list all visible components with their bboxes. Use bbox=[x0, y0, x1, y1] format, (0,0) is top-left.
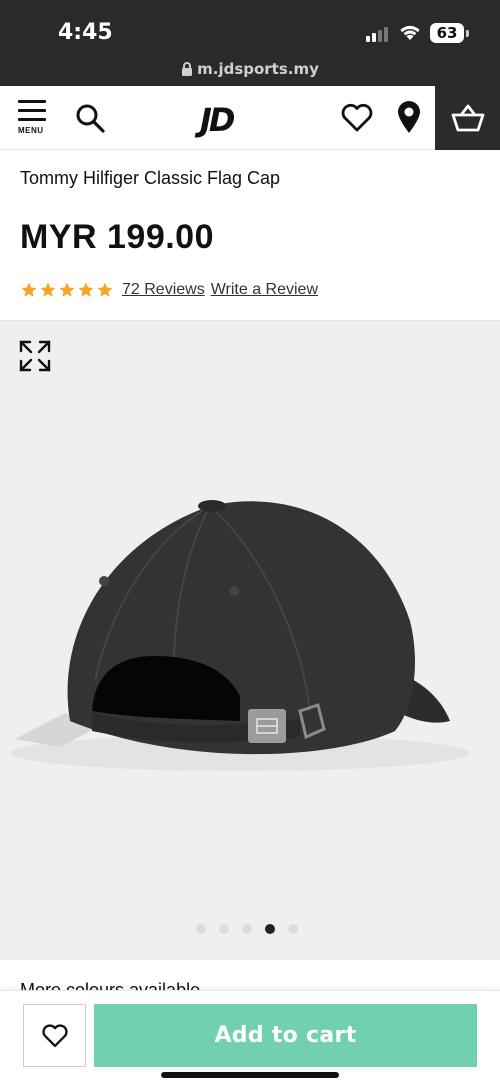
menu-label: MENU bbox=[18, 126, 44, 135]
write-review-link[interactable]: Write a Review bbox=[211, 281, 318, 299]
expand-icon bbox=[19, 340, 51, 372]
wishlist-button[interactable] bbox=[340, 103, 374, 138]
heart-icon bbox=[41, 1023, 68, 1047]
status-bar: 4:45 63 m.jdsports.my bbox=[0, 0, 500, 86]
product-image-gallery[interactable] bbox=[0, 320, 500, 960]
search-icon bbox=[76, 104, 105, 133]
status-time: 4:45 bbox=[58, 20, 113, 45]
wifi-icon bbox=[398, 22, 422, 47]
url-text: m.jdsports.my bbox=[197, 60, 319, 78]
star-icon bbox=[21, 282, 37, 297]
carousel-dot[interactable] bbox=[265, 924, 275, 934]
location-pin-icon bbox=[398, 101, 420, 133]
heart-icon bbox=[341, 103, 373, 132]
signal-icon bbox=[366, 26, 392, 42]
carousel-dot[interactable] bbox=[219, 924, 229, 934]
add-to-cart-button[interactable]: Add to cart bbox=[94, 1004, 477, 1067]
menu-icon-bar bbox=[18, 118, 46, 121]
product-price: MYR 199.00 bbox=[20, 218, 214, 256]
site-header: MENU JD bbox=[0, 86, 500, 150]
product-title: Tommy Hilfiger Classic Flag Cap bbox=[20, 168, 281, 188]
store-locator-button[interactable] bbox=[396, 100, 422, 139]
carousel-dot[interactable] bbox=[242, 924, 252, 934]
basket-button[interactable] bbox=[435, 86, 500, 150]
address-bar[interactable]: m.jdsports.my bbox=[0, 60, 500, 78]
menu-icon bbox=[18, 100, 46, 103]
star-icon bbox=[40, 282, 56, 297]
star-icon bbox=[97, 282, 113, 297]
star-rating bbox=[20, 281, 114, 299]
star-icon bbox=[78, 282, 94, 297]
lock-icon bbox=[182, 62, 193, 76]
carousel-dots bbox=[196, 924, 298, 934]
battery-tip bbox=[466, 30, 469, 37]
jd-logo[interactable]: JD bbox=[200, 101, 236, 139]
bottom-action-bar: Add to cart bbox=[0, 990, 500, 1080]
battery-level: 63 bbox=[430, 23, 464, 43]
add-to-wishlist-button[interactable] bbox=[23, 1004, 86, 1067]
carousel-dot[interactable] bbox=[196, 924, 206, 934]
search-button[interactable] bbox=[74, 102, 106, 139]
carousel-dot[interactable] bbox=[288, 924, 298, 934]
reviews-link[interactable]: 72 Reviews bbox=[122, 281, 205, 299]
basket-icon bbox=[451, 104, 484, 132]
expand-image-button[interactable] bbox=[18, 339, 52, 378]
home-indicator bbox=[161, 1072, 339, 1078]
rating-row: 72 Reviews Write a Review bbox=[20, 280, 324, 300]
cap-product-image bbox=[10, 500, 470, 771]
star-icon bbox=[59, 282, 75, 297]
menu-icon-bar bbox=[18, 109, 46, 112]
